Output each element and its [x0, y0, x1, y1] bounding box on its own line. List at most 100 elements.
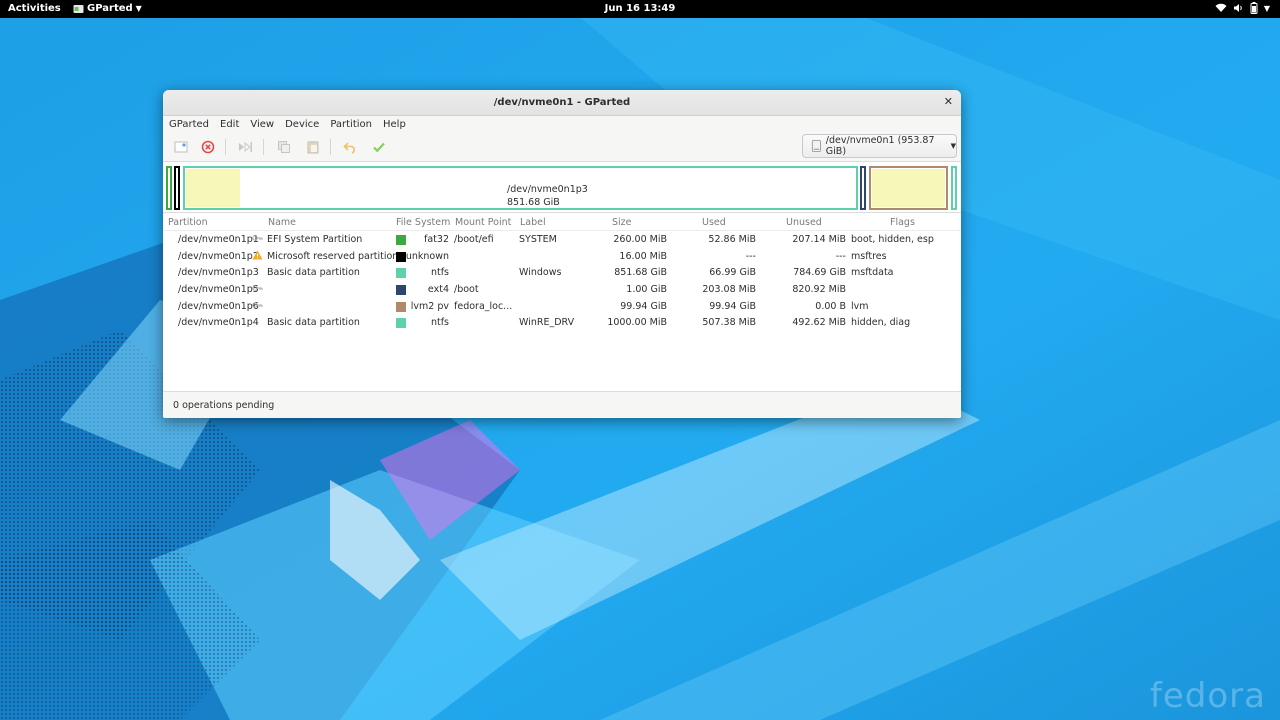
drive-icon — [811, 140, 821, 152]
partition-table: Partition Name File System Mount Point L… — [163, 216, 961, 331]
toolbar: /dev/nvme0n1 (953.87 GiB) ▼ — [163, 133, 961, 162]
partition-block-p4[interactable] — [951, 166, 957, 210]
partition-block-p2[interactable] — [174, 166, 180, 210]
system-menu[interactable]: ▼ — [1215, 2, 1270, 14]
title-bar[interactable]: /dev/nvme0n1 - GParted ✕ — [163, 90, 961, 116]
gparted-window: /dev/nvme0n1 - GParted ✕ GParted Edit Vi… — [163, 90, 961, 418]
partition-block-p1[interactable] — [166, 166, 172, 210]
filesystem-color-swatch — [396, 235, 406, 245]
cell-used: 99.94 GiB — [709, 300, 756, 312]
used-space-fill — [186, 169, 240, 207]
cell-fs: ext4 — [427, 284, 449, 296]
cell-partition: /dev/nvme0n1p3 — [178, 267, 259, 279]
col-unused[interactable]: Unused — [786, 217, 822, 228]
cell-label: Windows — [519, 267, 562, 279]
cell-mount: /boot/efi — [454, 234, 494, 245]
cell-used: 203.08 MiB — [702, 284, 756, 296]
cell-used: 52.86 MiB — [708, 234, 756, 245]
undo-button[interactable] — [339, 138, 361, 156]
paste-icon — [307, 141, 319, 154]
warning-icon — [252, 250, 263, 263]
key-icon — [252, 300, 263, 313]
col-mount-point[interactable]: Mount Point — [455, 217, 511, 228]
resize-move-button[interactable] — [234, 138, 256, 156]
paste-button[interactable] — [302, 138, 324, 156]
resize-move-icon — [239, 141, 252, 153]
cell-used: 507.38 MiB — [702, 317, 756, 329]
cell-unused: 784.69 GiB — [793, 267, 846, 279]
table-row[interactable]: /dev/nvme0n1p5 ext4/boot 1.00 GiB 203.08 Mi… — [163, 281, 961, 298]
cell-name: Basic data partition — [267, 267, 360, 279]
cell-unused: 492.62 MiB — [792, 317, 846, 329]
col-label[interactable]: Label — [520, 217, 546, 228]
table-row[interactable]: /dev/nvme0n1p3 Basic data partition ntfs Wi… — [163, 264, 961, 281]
col-file-system[interactable]: File System — [396, 217, 450, 228]
partition-block-p3[interactable]: /dev/nvme0n1p3 851.68 GiB — [183, 166, 858, 210]
menu-partition[interactable]: Partition — [330, 119, 372, 130]
status-bar: 0 operations pending — [163, 391, 961, 418]
menu-help[interactable]: Help — [383, 119, 406, 130]
menu-bar: GParted Edit View Device Partition Help — [163, 116, 961, 133]
cell-size: 260.00 MiB — [613, 234, 667, 245]
activities-button[interactable]: Activities — [8, 3, 61, 14]
partition-block-p5[interactable] — [860, 166, 866, 210]
device-selector-label: /dev/nvme0n1 (953.87 GiB) — [825, 135, 935, 157]
cell-label: SYSTEM — [519, 234, 557, 245]
apply-button[interactable] — [368, 138, 390, 156]
chevron-down-icon: ▼ — [1263, 3, 1270, 13]
cell-flags: msftres — [851, 250, 887, 262]
top-bar: Activities GParted ▼ Jun 16 13:49 ▼ — [0, 0, 1280, 18]
cell-fs: fat32 — [424, 234, 449, 245]
col-used[interactable]: Used — [702, 217, 726, 228]
table-row[interactable]: /dev/nvme0n1p4 Basic data partition ntfs Wi… — [163, 314, 961, 331]
delete-partition-button[interactable] — [197, 138, 219, 156]
wifi-icon — [1215, 3, 1227, 12]
cell-fs: lvm2 pv — [410, 300, 449, 312]
cell-fs: ntfs — [430, 317, 449, 329]
cell-unused: --- — [835, 250, 846, 262]
cell-unused: 207.14 MiB — [792, 234, 846, 245]
filesystem-color-swatch — [396, 251, 406, 262]
new-partition-button[interactable] — [170, 138, 192, 156]
cell-partition: /dev/nvme0n1p4 — [178, 317, 259, 329]
copy-icon — [278, 141, 290, 153]
chevron-down-icon: ▼ — [135, 4, 142, 13]
col-partition[interactable]: Partition — [168, 217, 208, 228]
menu-view[interactable]: View — [250, 119, 274, 130]
table-row[interactable]: /dev/nvme0n1p2 Microsoft reserved partiti… — [163, 248, 961, 265]
gparted-app-icon — [73, 4, 84, 13]
partition-bar-label: /dev/nvme0n1p3 851.68 GiB — [507, 183, 588, 209]
col-size[interactable]: Size — [612, 217, 632, 228]
close-icon[interactable]: ✕ — [944, 95, 953, 108]
table-row[interactable]: /dev/nvme0n1p1 EFI System Partition fat32 /… — [163, 231, 961, 248]
clock[interactable]: Jun 16 13:49 — [605, 3, 676, 14]
cell-flags: msftdata — [851, 267, 894, 279]
battery-icon — [1250, 2, 1258, 14]
cell-name: EFI System Partition — [267, 234, 363, 245]
table-header: Partition Name File System Mount Point L… — [163, 216, 961, 231]
window-title: /dev/nvme0n1 - GParted — [493, 97, 631, 108]
menu-device[interactable]: Device — [285, 119, 319, 130]
menu-gparted[interactable]: GParted — [169, 119, 209, 130]
cell-name: Microsoft reserved partition — [267, 250, 399, 262]
cell-fs: ntfs — [430, 267, 449, 279]
copy-button[interactable] — [273, 138, 295, 156]
key-icon — [252, 233, 263, 246]
cell-size: 16.00 MiB — [619, 250, 667, 262]
app-menu[interactable]: GParted ▼ — [73, 3, 142, 14]
col-flags[interactable]: Flags — [890, 217, 915, 228]
cell-mount: /boot — [454, 284, 479, 296]
cell-size: 851.68 GiB — [614, 267, 667, 279]
volume-icon — [1233, 4, 1242, 12]
device-selector[interactable]: /dev/nvme0n1 (953.87 GiB) ▼ — [802, 134, 957, 158]
cell-size: 99.94 GiB — [620, 300, 667, 312]
cell-fs: unknown — [405, 250, 449, 262]
col-name[interactable]: Name — [268, 217, 296, 228]
table-row[interactable]: /dev/nvme0n1p6 lvm2 pv fedora_loc... 99.94 … — [163, 298, 961, 315]
partition-bar-size: 851.68 GiB — [507, 197, 560, 208]
menu-edit[interactable]: Edit — [220, 119, 239, 130]
filesystem-color-swatch — [396, 285, 406, 296]
cell-used: --- — [745, 250, 756, 262]
new-partition-icon — [174, 141, 188, 153]
partition-block-p6[interactable] — [869, 166, 948, 210]
